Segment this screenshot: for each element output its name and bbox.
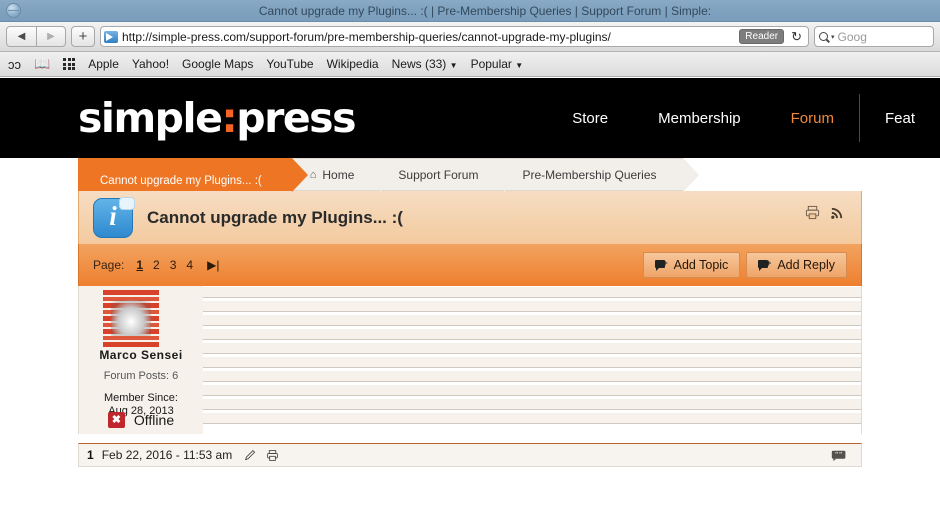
breadcrumb-current: Cannot upgrade my Plugins... :( (78, 158, 308, 192)
browser-toolbar: ◀ ▶ + http://simple-press.com/support-fo… (0, 22, 940, 52)
breadcrumb-home-label: Home (322, 167, 355, 182)
info-letter: i (109, 201, 117, 231)
nav-item-membership[interactable]: Membership (633, 110, 766, 127)
breadcrumb-item-support-forum[interactable]: Support Forum (380, 158, 521, 192)
bookmark-google-maps[interactable]: Google Maps (182, 57, 253, 71)
back-button[interactable]: ◀ (6, 26, 36, 47)
logo-colon: : (221, 94, 237, 142)
forward-button[interactable]: ▶ (36, 26, 66, 47)
window-titlebar: Cannot upgrade my Plugins... :( | Pre-Me… (0, 0, 940, 22)
chevron-down-icon[interactable]: ▾ (831, 33, 835, 41)
logo-left: simple (78, 94, 223, 142)
rss-icon[interactable] (830, 205, 845, 220)
svg-text:”: ” (839, 451, 842, 459)
speech-bubble-plus-icon: + (654, 258, 668, 271)
search-input[interactable]: ▾ Goog (814, 26, 934, 47)
pagination-bar: Page: 1 2 3 4 ▶| + Add Topic + Add Reply (78, 244, 862, 286)
avatar[interactable] (103, 290, 159, 348)
globe-icon (6, 3, 21, 18)
svg-text:”: ” (835, 451, 838, 459)
reload-button[interactable]: ↻ (788, 29, 805, 45)
grid-apps-icon[interactable] (63, 58, 76, 70)
bookmark-wikipedia[interactable]: Wikipedia (327, 57, 379, 71)
add-reply-button[interactable]: + Add Reply (746, 252, 847, 278)
chevron-down-icon: ▼ (449, 61, 458, 70)
new-tab-button[interactable]: + (71, 26, 95, 47)
main-navigation: Store Membership Forum Feat (547, 78, 940, 158)
home-icon: ⌂ (309, 168, 317, 181)
page-link-3[interactable]: 3 (170, 258, 177, 272)
printer-icon[interactable] (266, 449, 279, 462)
address-bar[interactable]: http://simple-press.com/support-forum/pr… (100, 26, 809, 47)
info-icon: i (93, 196, 135, 238)
breadcrumb: Cannot upgrade my Plugins... :( ⌂ Home S… (78, 158, 862, 192)
status-badge: ✖ Offline (79, 412, 203, 428)
topic-header-actions (805, 205, 845, 220)
forum-container: Cannot upgrade my Plugins... :( ⌂ Home S… (0, 158, 940, 467)
reading-glasses-icon[interactable]: ɔɔ (8, 57, 21, 72)
add-topic-button[interactable]: + Add Topic (642, 252, 741, 278)
bookmark-youtube[interactable]: YouTube (266, 57, 313, 71)
book-icon[interactable]: 📖 (34, 56, 50, 72)
post-body-area: Marco Sensei Forum Posts: 6 Member Since… (78, 286, 862, 434)
site-header: simple:press Store Membership Forum Feat (0, 78, 940, 158)
topic-header: i Cannot upgrade my Plugins... :( (78, 191, 862, 244)
nav-item-forum[interactable]: Forum (766, 110, 859, 127)
last-page-icon[interactable]: ▶| (207, 258, 219, 272)
nav-item-store[interactable]: Store (547, 110, 633, 127)
page-link-2[interactable]: 2 (153, 258, 160, 272)
author-post-count: Forum Posts: 6 (103, 370, 179, 382)
section-gap (78, 434, 862, 443)
site-logo[interactable]: simple:press (78, 94, 356, 142)
status-text: Offline (133, 412, 175, 428)
bookmark-popular[interactable]: Popular ▼ (471, 57, 524, 71)
reader-button[interactable]: Reader (739, 29, 785, 44)
post-meta-actions (244, 449, 279, 462)
breadcrumb-item-pre-membership-queries[interactable]: Pre-Membership Queries (504, 158, 699, 192)
offline-x-icon: ✖ (107, 412, 125, 428)
nav-item-features[interactable]: Feat (860, 110, 940, 127)
post-author-card: Marco Sensei Forum Posts: 6 Member Since… (79, 286, 203, 434)
quote-button[interactable]: ”” (831, 449, 847, 462)
bookmark-apple[interactable]: Apple (88, 57, 119, 71)
nav-button-group: ◀ ▶ (6, 26, 66, 47)
chevron-down-icon: ▼ (515, 61, 524, 70)
bookmark-news-label: News (33) (391, 57, 447, 71)
add-topic-label: Add Topic (673, 258, 729, 272)
page-link-1[interactable]: 1 (136, 258, 143, 272)
pencil-icon[interactable] (244, 449, 257, 462)
post-number: 1 (87, 448, 94, 462)
bookmark-popular-label: Popular (470, 57, 512, 71)
author-name[interactable]: Marco Sensei (79, 348, 203, 362)
browser-window: Cannot upgrade my Plugins... :( | Pre-Me… (0, 0, 940, 516)
post-date: Feb 22, 2016 - 11:53 am (101, 448, 233, 462)
search-icon (819, 32, 828, 41)
bookmark-yahoo[interactable]: Yahoo! (132, 57, 169, 71)
page-content: simple:press Store Membership Forum Feat… (0, 78, 940, 516)
logo-right: press (236, 94, 356, 142)
search-placeholder: Goog (837, 29, 867, 44)
pagination-numbers: 1 2 3 4 ▶| (136, 258, 219, 272)
pagination-label: Page: (93, 258, 125, 272)
bookmark-news[interactable]: News (33) ▼ (392, 57, 458, 71)
member-since-label: Member Since: (104, 392, 178, 404)
bookmarks-bar: ɔɔ 📖 Apple Yahoo! Google Maps YouTube Wi… (0, 52, 940, 77)
post-meta-row: 1 Feb 22, 2016 - 11:53 am ”” (78, 443, 862, 467)
window-title: Cannot upgrade my Plugins... :( | Pre-Me… (258, 3, 712, 18)
printer-icon[interactable] (805, 205, 820, 220)
page-link-4[interactable]: 4 (186, 258, 193, 272)
speech-bubble-plus-icon: + (758, 258, 771, 271)
rss-favicon (104, 30, 118, 43)
url-text[interactable]: http://simple-press.com/support-forum/pr… (122, 30, 735, 44)
page-title: Cannot upgrade my Plugins... :( (147, 207, 403, 227)
quote-icon: ”” (831, 450, 846, 461)
topic-actions: + Add Topic + Add Reply (642, 252, 847, 278)
add-reply-label: Add Reply (777, 258, 835, 272)
